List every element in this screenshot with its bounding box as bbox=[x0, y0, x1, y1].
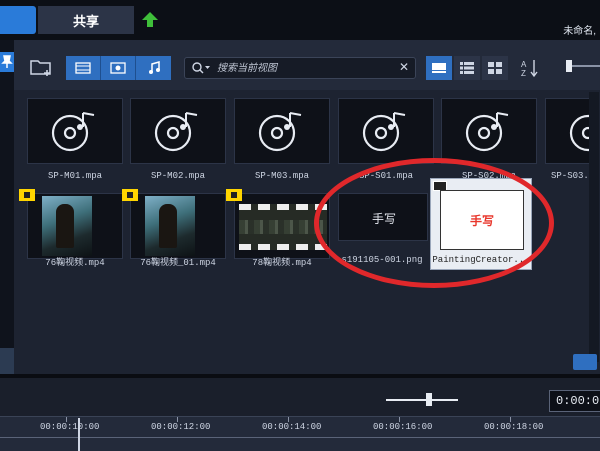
list-view-icon bbox=[460, 62, 474, 74]
audio-filter-button[interactable] bbox=[136, 56, 171, 80]
audio-thumbnail bbox=[441, 98, 537, 164]
timeline-toolbar bbox=[0, 378, 600, 416]
view-mode-group bbox=[426, 56, 510, 80]
thumbnail-view-button[interactable] bbox=[426, 56, 452, 80]
slider-knob[interactable] bbox=[566, 60, 572, 72]
thumbnail-size-slider[interactable] bbox=[566, 60, 600, 72]
ruler-label: 00:00:10:00 bbox=[40, 422, 100, 432]
zoom-slider[interactable] bbox=[386, 399, 458, 401]
video-frame bbox=[42, 196, 92, 256]
audio-thumbnail bbox=[130, 98, 226, 164]
image-icon bbox=[110, 62, 126, 74]
audio-thumbnail bbox=[234, 98, 330, 164]
audio-disc-icon bbox=[258, 112, 302, 152]
audio-disc-icon bbox=[51, 112, 95, 152]
thumbnail-view-icon bbox=[432, 63, 446, 73]
left-panel-tab[interactable] bbox=[0, 348, 14, 374]
search-box: ✕ bbox=[184, 57, 416, 79]
library-scrollbar[interactable] bbox=[589, 92, 599, 362]
filmstrip-icon bbox=[75, 62, 91, 74]
video-badge-icon bbox=[226, 189, 242, 201]
item-caption: 76鞠视频.mp4 bbox=[45, 258, 105, 268]
photo-filter-button[interactable] bbox=[101, 56, 136, 80]
tab-edit[interactable] bbox=[0, 6, 36, 34]
highlight-circle bbox=[314, 158, 554, 288]
library-item[interactable]: SP-S03. bbox=[545, 98, 589, 184]
item-caption: SP-M03.mpa bbox=[254, 171, 309, 181]
project-name: 未命名, bbox=[563, 26, 596, 37]
video-filter-button[interactable] bbox=[66, 56, 101, 80]
item-caption: 78鞠视频.mp4 bbox=[252, 258, 312, 268]
ruler-label: 00:00:16:00 bbox=[373, 422, 433, 432]
pin-icon[interactable] bbox=[0, 52, 14, 72]
audio-disc-icon bbox=[362, 112, 406, 152]
svg-text:Z: Z bbox=[521, 69, 526, 78]
sort-az-icon: AZ bbox=[521, 60, 538, 78]
upload-arrow-icon[interactable] bbox=[140, 10, 160, 30]
video-thumbnail bbox=[27, 193, 123, 259]
ruler-label: 00:00:12:00 bbox=[151, 422, 211, 432]
item-caption: SP-M02.mpa bbox=[150, 171, 205, 181]
audio-thumbnail bbox=[545, 98, 589, 164]
svg-text:A: A bbox=[521, 60, 527, 69]
list-view-button[interactable] bbox=[454, 56, 480, 80]
options-panel-button[interactable] bbox=[573, 354, 597, 370]
playhead[interactable] bbox=[78, 418, 80, 451]
media-filter-group bbox=[66, 56, 171, 80]
ruler-label: 00:00:18:00 bbox=[484, 422, 544, 432]
item-caption: SP-M01.mpa bbox=[47, 171, 102, 181]
tab-share[interactable]: 共享 bbox=[38, 6, 134, 34]
audio-disc-icon bbox=[465, 112, 509, 152]
audio-thumbnail bbox=[27, 98, 123, 164]
clear-search-icon[interactable]: ✕ bbox=[399, 60, 409, 74]
ruler-label: 00:00:14:00 bbox=[262, 422, 322, 432]
grid-view-icon bbox=[488, 62, 502, 74]
sort-az-button[interactable]: AZ bbox=[520, 58, 540, 78]
add-folder-icon[interactable] bbox=[30, 57, 52, 77]
audio-disc-icon bbox=[569, 114, 589, 152]
video-badge-icon bbox=[122, 189, 138, 201]
audio-disc-icon bbox=[154, 112, 198, 152]
item-caption: SP-S03. bbox=[551, 171, 589, 181]
search-icon[interactable] bbox=[191, 61, 211, 75]
grid-view-button[interactable] bbox=[482, 56, 508, 80]
audio-thumbnail bbox=[338, 98, 434, 164]
left-panel-strip bbox=[0, 40, 14, 375]
music-note-icon bbox=[148, 61, 160, 74]
zoom-slider-knob[interactable] bbox=[426, 393, 432, 406]
top-bar: 共享 未命名, bbox=[0, 0, 600, 40]
timeline-ruler[interactable]: 00:00:10:00 00:00:12:00 00:00:14:00 00:0… bbox=[0, 416, 600, 451]
timecode-display[interactable]: 0:00:0 bbox=[549, 390, 600, 412]
video-badge-icon bbox=[19, 189, 35, 201]
video-thumbnail bbox=[130, 193, 226, 259]
video-frame bbox=[145, 196, 195, 256]
search-input[interactable] bbox=[215, 60, 395, 76]
item-caption: 76鞠视频_01.mp4 bbox=[140, 258, 216, 268]
